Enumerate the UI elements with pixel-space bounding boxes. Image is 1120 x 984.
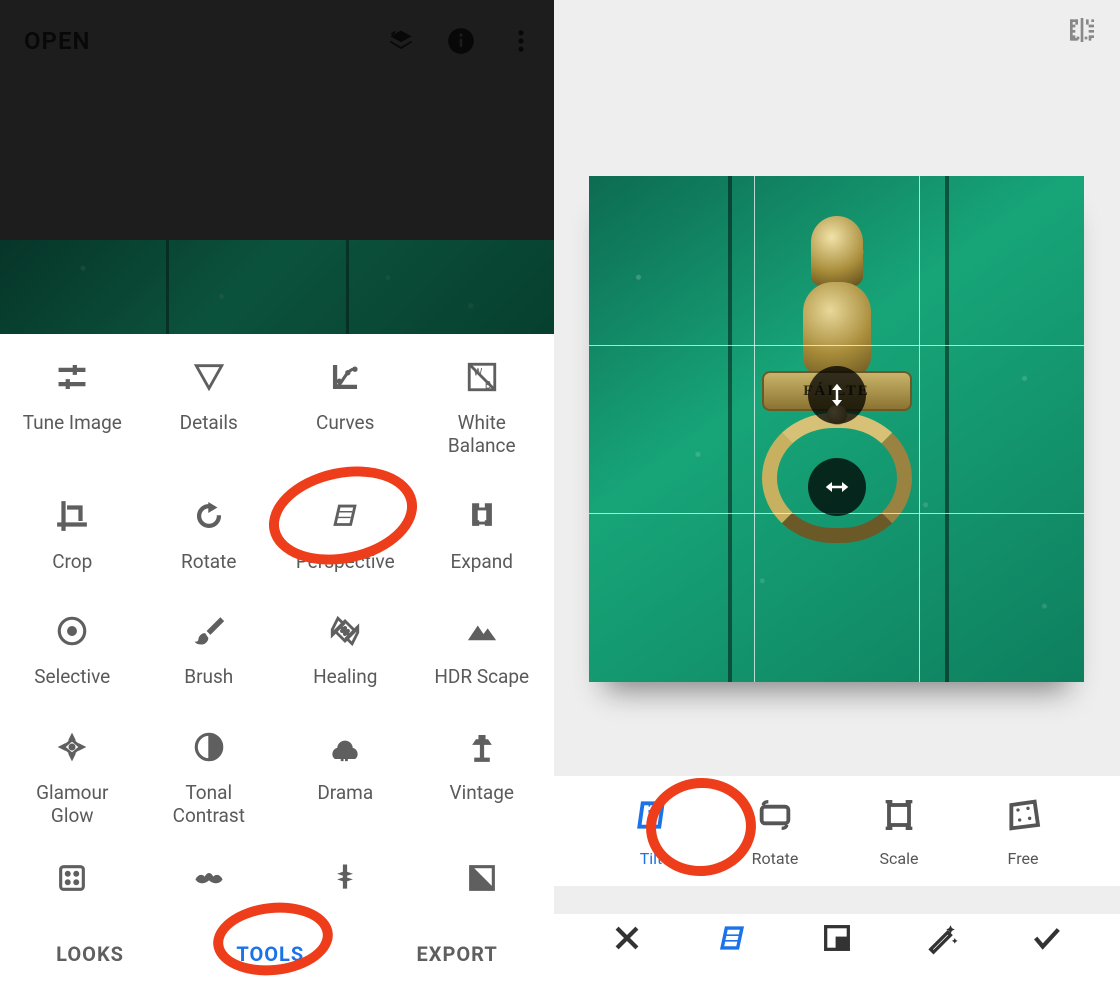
hdr-scape-icon (462, 614, 502, 648)
tool-white-balance[interactable]: WB White Balance (414, 344, 551, 483)
tool-label: Tune Image (23, 412, 122, 435)
tool-label: Expand (451, 551, 513, 574)
tool-label: Drama (317, 782, 373, 805)
mode-label: Rotate (752, 849, 799, 868)
mustache-icon (189, 861, 229, 895)
expand-icon (462, 499, 502, 533)
mode-rotate[interactable]: Rotate (735, 795, 815, 868)
perspective-edit-screen: FÁILTE Tilt Rotate (554, 0, 1120, 984)
mode-scale[interactable]: Scale (859, 795, 939, 868)
perspective-tool-icon[interactable] (712, 918, 752, 958)
details-icon (189, 360, 229, 394)
split-image-icon (462, 861, 502, 895)
nav-tools[interactable]: TOOLS (236, 942, 304, 966)
tool-label: Details (180, 412, 238, 435)
editor-background: OPEN (0, 0, 554, 334)
perspective-icon (325, 499, 365, 533)
tool-row5-d[interactable] (414, 853, 551, 920)
guitar-head-icon (325, 861, 365, 895)
tool-row5-b[interactable] (141, 853, 278, 920)
tool-row5-a[interactable] (4, 853, 141, 920)
tool-vintage[interactable]: Vintage (414, 714, 551, 853)
vertical-tilt-handle[interactable] (808, 366, 866, 424)
tool-hdr-scape[interactable]: HDR Scape (414, 598, 551, 714)
svg-text:B: B (485, 380, 491, 391)
perspective-action-bar (554, 914, 1120, 984)
tool-expand[interactable]: Expand (414, 483, 551, 599)
tool-rotate[interactable]: Rotate (141, 483, 278, 599)
tool-perspective[interactable]: Perspective (277, 483, 414, 599)
selective-icon (52, 614, 92, 648)
tool-label: Curves (316, 412, 374, 435)
rotate-icon (189, 499, 229, 533)
tool-label: Glamour Glow (36, 782, 108, 828)
tool-label: Brush (184, 666, 233, 689)
glamour-glow-icon (52, 730, 92, 764)
tune-icon (52, 360, 92, 394)
tool-label: Tonal Contrast (173, 782, 245, 828)
vintage-icon (462, 730, 502, 764)
tool-curves[interactable]: Curves (277, 344, 414, 483)
nav-export[interactable]: EXPORT (417, 942, 498, 966)
tool-label: Healing (313, 666, 377, 689)
crop-icon (52, 499, 92, 533)
drama-icon (325, 730, 365, 764)
tool-label: White Balance (448, 412, 516, 458)
tool-selective[interactable]: Selective (4, 598, 141, 714)
curves-icon (325, 360, 365, 394)
healing-icon (325, 614, 365, 648)
perspective-canvas[interactable]: FÁILTE (589, 176, 1084, 682)
tool-brush[interactable]: Brush (141, 598, 278, 714)
tool-details[interactable]: Details (141, 344, 278, 483)
tool-label: Vintage (449, 782, 514, 805)
nav-looks[interactable]: LOOKS (56, 942, 124, 966)
tool-healing[interactable]: Healing (277, 598, 414, 714)
autofill-icon[interactable] (817, 918, 857, 958)
tools-screen: OPEN Tune Image (0, 0, 554, 984)
white-balance-icon: WB (462, 360, 502, 394)
tool-label: Crop (52, 551, 92, 574)
tool-glamour-glow[interactable]: Glamour Glow (4, 714, 141, 853)
tool-crop[interactable]: Crop (4, 483, 141, 599)
auto-adjust-icon[interactable] (922, 918, 962, 958)
tool-label: Rotate (181, 551, 236, 574)
mode-label: Tilt (640, 849, 663, 868)
mode-label: Scale (880, 849, 919, 868)
rule-of-thirds-grid (589, 176, 1084, 682)
tool-row5-c[interactable] (277, 853, 414, 920)
horizontal-tilt-handle[interactable] (808, 458, 866, 516)
mirror-icon[interactable] (1066, 14, 1098, 50)
cancel-button[interactable] (607, 918, 647, 958)
tool-tune-image[interactable]: Tune Image (4, 344, 141, 483)
dice-icon (52, 861, 92, 895)
mode-label: Free (1008, 849, 1039, 868)
svg-text:W: W (473, 368, 482, 379)
mode-free[interactable]: Free (983, 795, 1063, 868)
apply-button[interactable] (1027, 918, 1067, 958)
bottom-nav: LOOKS TOOLS EXPORT (0, 924, 554, 984)
mode-tilt[interactable]: Tilt (611, 795, 691, 868)
dimmed-overlay (0, 0, 554, 334)
tool-tonal-contrast[interactable]: Tonal Contrast (141, 714, 278, 853)
tonal-contrast-icon (189, 730, 229, 764)
tools-sheet: Tune Image Details Curves WB White Balan… (0, 334, 554, 924)
perspective-mode-row: Tilt Rotate Scale Free (554, 776, 1120, 886)
tool-label: Selective (34, 666, 110, 689)
tool-label: Perspective (296, 551, 395, 574)
tool-drama[interactable]: Drama (277, 714, 414, 853)
brush-icon (189, 614, 229, 648)
tool-label: HDR Scape (434, 666, 529, 689)
